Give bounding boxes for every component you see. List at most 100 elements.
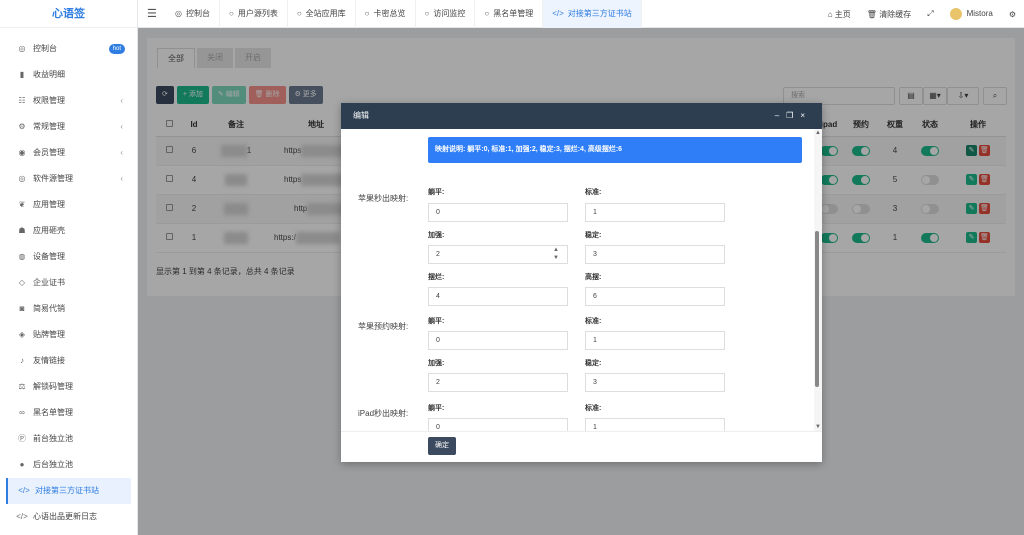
- sidebar-item-label: 应用砸壳: [33, 226, 65, 235]
- field-label: 躺平:: [428, 318, 445, 325]
- confirm-button[interactable]: 确定: [428, 437, 456, 455]
- sidebar-item-unlock-codes[interactable]: ⚖ 解锁码管理: [0, 374, 137, 400]
- scroll-up-icon[interactable]: ▲: [814, 130, 822, 136]
- dialog-body: 映射说明: 躺平:0, 标准:1, 加强:2, 稳定:3, 摆烂:4, 高级摆烂…: [341, 129, 822, 431]
- sidebar-item-changelog[interactable]: </> 心语出品更新日志: [0, 504, 137, 530]
- sidebar-item-blacklist[interactable]: ∞ 黑名单管理: [0, 400, 137, 426]
- sidebar-item-devices[interactable]: ◍ 设备管理: [0, 244, 137, 270]
- section-label-apple-reserve: 苹果预约映射:: [358, 322, 409, 331]
- input-value: 2: [436, 251, 440, 258]
- sidebar-item-label: 简易代销: [33, 304, 65, 313]
- sidebar-item-income[interactable]: ▮ 收益明细: [0, 62, 137, 88]
- dialog-header[interactable]: 编辑 –❐×: [341, 103, 822, 129]
- home-link[interactable]: ⌂ 主页: [820, 9, 859, 20]
- sidebar-item-software-sources[interactable]: ◎ 软件源管理 ‹: [0, 166, 137, 192]
- sidebar-item-members[interactable]: ◉ 会员管理 ‹: [0, 140, 137, 166]
- home-icon: ⌂: [827, 9, 835, 19]
- sidebar-item-resale[interactable]: ◙ 简易代销: [0, 296, 137, 322]
- apple-instant-lie-flat-input[interactable]: 0: [428, 203, 568, 222]
- sidebar-item-label: 软件源管理: [33, 174, 73, 183]
- scrollbar-thumb[interactable]: [815, 231, 819, 387]
- tab-label: 控制台: [185, 9, 210, 18]
- music-icon: ♪: [20, 356, 24, 365]
- flag-icon: ▮: [19, 70, 25, 79]
- nav-tabs: ◎ 控制台 ○ 用户源列表 ○ 全站应用库 ○ 卡密总览 ○ 访问监控 ○ 黑名单管理 </…: [166, 0, 642, 28]
- code-icon: </>: [18, 486, 30, 495]
- minimize-icon[interactable]: –: [775, 111, 786, 120]
- fullscreen-icon[interactable]: ⤢: [919, 9, 941, 19]
- sidebar-item-dashboard[interactable]: ◎ 控制台 hot: [0, 36, 137, 62]
- tab-blacklist[interactable]: ○ 黑名单管理: [475, 0, 544, 28]
- sidebar-item-label: 权限管理: [33, 96, 65, 105]
- menu-toggle-icon[interactable]: ☰: [147, 7, 157, 20]
- field-label: 稳定:: [585, 360, 602, 367]
- apple-instant-stable-input[interactable]: 3: [585, 245, 725, 264]
- tab-access-monitor[interactable]: ○ 访问监控: [416, 0, 476, 28]
- sidebar-item-oem[interactable]: ◈ 贴牌管理: [0, 322, 137, 348]
- brand-logo[interactable]: 心语签: [0, 0, 137, 28]
- sidebar-item-permissions[interactable]: ☷ 权限管理 ‹: [0, 88, 137, 114]
- sidebar-item-apps[interactable]: ❦ 应用管理: [0, 192, 137, 218]
- sidebar-item-label: 前台独立池: [33, 434, 73, 443]
- apple-reserve-standard-input[interactable]: 1: [585, 331, 725, 350]
- sidebar-item-front-pool[interactable]: Ⓟ 前台独立池: [0, 426, 137, 452]
- p-circle-icon: Ⓟ: [18, 434, 26, 443]
- sidebar-item-certificates[interactable]: ◇ 企业证书: [0, 270, 137, 296]
- tab-card-keys[interactable]: ○ 卡密总览: [356, 0, 416, 28]
- apple-instant-enhanced-input[interactable]: 2 ▲ ▼: [428, 245, 568, 264]
- sidebar-item-third-party-cert[interactable]: </> 对接第三方证书站: [6, 478, 131, 504]
- tab-label: 用户源列表: [237, 9, 278, 18]
- apple-reserve-lie-flat-input[interactable]: 0: [428, 331, 568, 350]
- device-icon: ◍: [18, 252, 26, 261]
- dialog-footer: 确定: [341, 431, 822, 462]
- dialog-scrollbar[interactable]: ▲ ▼: [814, 129, 822, 431]
- close-icon[interactable]: ×: [800, 111, 812, 120]
- dialog-controls: –❐×: [775, 103, 812, 129]
- leaf-icon: ❦: [18, 200, 26, 209]
- edit-dialog: 编辑 –❐× 映射说明: 躺平:0, 标准:1, 加强:2, 稳定:3, 摆烂:…: [341, 103, 822, 462]
- apple-reserve-stable-input[interactable]: 3: [585, 373, 725, 392]
- avatar: [949, 8, 962, 20]
- tab-third-party-cert[interactable]: </> 对接第三方证书站: [543, 0, 642, 28]
- tab-label: 对接第三方证书站: [567, 9, 632, 18]
- tab-app-library[interactable]: ○ 全站应用库: [288, 0, 356, 28]
- apple-icon: ●: [19, 460, 25, 469]
- tab-user-sources[interactable]: ○ 用户源列表: [220, 0, 288, 28]
- field-label: 标准:: [585, 318, 602, 325]
- tab-dashboard[interactable]: ◎ 控制台: [166, 0, 220, 28]
- sidebar: 心语签 ◎ 控制台 hot ▮ 收益明细 ☷ 权限管理 ‹ ⚙ 常规管理 ‹ ◉ 会员管理 ‹ ◎…: [0, 0, 138, 535]
- sidebar-item-general[interactable]: ⚙ 常规管理 ‹: [0, 114, 137, 140]
- apple-instant-advanced-slack-input[interactable]: 6: [585, 287, 725, 306]
- circle-icon: ○: [424, 9, 430, 18]
- chevron-left-icon: ‹: [120, 96, 123, 105]
- apple-reserve-enhanced-input[interactable]: 2: [428, 373, 568, 392]
- chevron-left-icon: ‹: [120, 148, 123, 157]
- field-label: 稳定:: [585, 232, 602, 239]
- apple-instant-standard-input[interactable]: 1: [585, 203, 725, 222]
- ipad-instant-lie-flat-input[interactable]: 0: [428, 418, 568, 431]
- topbar-right: ⌂ 主页 🗑 清除缓存 ⤢ Mistora ⚙: [820, 0, 1024, 28]
- circle-icon: ○: [296, 9, 302, 18]
- apple-instant-slack-input[interactable]: 4: [428, 287, 568, 306]
- gears-icon: ⚙: [18, 122, 26, 131]
- settings-icon[interactable]: ⚙: [1001, 10, 1024, 19]
- sidebar-item-links[interactable]: ♪ 友情链接: [0, 348, 137, 374]
- ipad-instant-standard-input[interactable]: 1: [585, 418, 725, 431]
- spinner-icon[interactable]: ▲ ▼: [553, 246, 559, 262]
- clear-cache-label: 清除缓存: [879, 9, 912, 19]
- chevron-left-icon: ‹: [120, 174, 123, 183]
- sidebar-item-back-pool[interactable]: ● 后台独立池: [0, 452, 137, 478]
- user-menu[interactable]: Mistora: [942, 8, 1001, 20]
- home-icon: ☗: [18, 226, 26, 235]
- maximize-icon[interactable]: ❐: [786, 111, 800, 120]
- clear-cache-button[interactable]: 🗑 清除缓存: [859, 9, 919, 20]
- field-label: 躺平:: [428, 405, 445, 412]
- sidebar-item-label: 对接第三方证书站: [35, 486, 99, 495]
- sidebar-item-label: 收益明细: [33, 70, 65, 79]
- scroll-down-icon[interactable]: ▼: [814, 424, 822, 430]
- sidebar-item-label: 企业证书: [33, 278, 65, 287]
- sidebar-item-app-decrypt[interactable]: ☗ 应用砸壳: [0, 218, 137, 244]
- tab-label: 卡密总览: [373, 9, 406, 18]
- tab-label: 全站应用库: [305, 9, 346, 18]
- dashboard-icon: ◎: [175, 9, 182, 18]
